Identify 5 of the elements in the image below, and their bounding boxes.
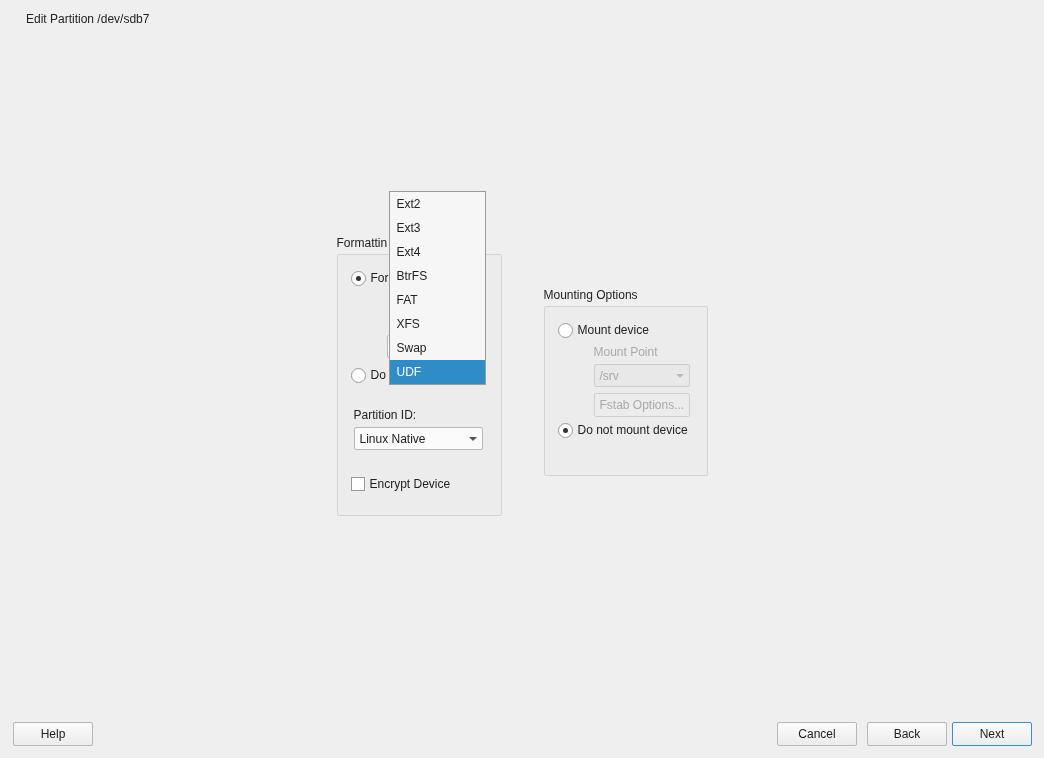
field-label: Partition ID: <box>353 408 418 422</box>
field-label: Mount Point <box>593 345 659 359</box>
group-label: Formattin <box>336 236 389 250</box>
window-title: Edit Partition /dev/sdb7 <box>25 11 151 28</box>
group-label: Mounting Options <box>543 288 639 302</box>
